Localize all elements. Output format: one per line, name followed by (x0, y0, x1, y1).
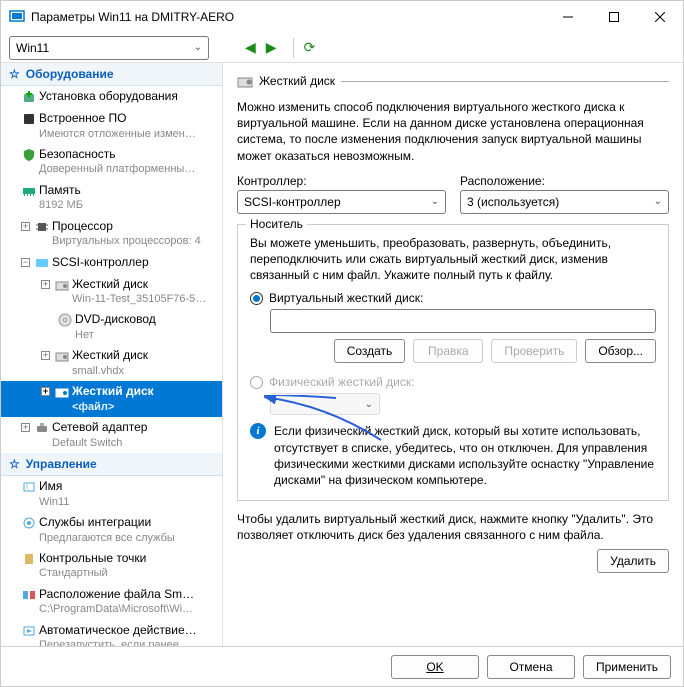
close-button[interactable] (637, 1, 683, 33)
hdd-icon (54, 348, 70, 364)
titlebar: Параметры Win11 на DMITRY-AERO (1, 1, 683, 33)
radio-virtual-disk[interactable] (250, 292, 263, 305)
smartpaging-icon (21, 587, 37, 603)
sidebar-item-name[interactable]: I ИмяWin11 (1, 476, 222, 512)
minimize-button[interactable] (545, 1, 591, 33)
cpu-icon (34, 219, 50, 235)
sidebar-item-autostart[interactable]: Автоматическое действие при запускеПерез… (1, 620, 222, 646)
edit-button: Правка (413, 339, 483, 363)
star-icon: ☆ (9, 457, 20, 471)
chevron-down-icon: ⌄ (365, 399, 373, 410)
section-management: ☆ Управление (1, 453, 222, 476)
sidebar-item-hdd2[interactable]: + Жесткий дискsmall.vhdx (1, 345, 222, 381)
sidebar-item-integration[interactable]: Службы интеграцииПредлагаются все службы (1, 512, 222, 548)
sidebar-item-security[interactable]: БезопасностьДоверенный платформенный мод… (1, 144, 222, 180)
main-panel: Жесткий диск Можно изменить способ подкл… (223, 63, 683, 646)
bottombar: OK Отмена Применить (1, 646, 683, 686)
sidebar-item-dvd[interactable]: DVD-дисководНет (1, 309, 222, 345)
window-title: Параметры Win11 на DMITRY-AERO (31, 10, 545, 24)
chevron-down-icon: ⌄ (654, 196, 662, 207)
chevron-down-icon: ⌄ (431, 196, 439, 207)
expand-icon[interactable]: + (41, 387, 50, 396)
svg-text:I: I (26, 484, 28, 491)
sidebar-item-add-hardware[interactable]: Установка оборудования (1, 86, 222, 108)
add-hardware-icon (21, 89, 37, 105)
maximize-button[interactable] (591, 1, 637, 33)
physical-disk-select: ⌄ (270, 393, 380, 415)
browse-button[interactable]: Обзор... (585, 339, 656, 363)
physical-disk-info: Если физический жесткий диск, который вы… (274, 423, 656, 488)
location-label: Расположение: (460, 174, 669, 188)
section-hardware: ☆ Оборудование (1, 63, 222, 86)
sidebar-item-network[interactable]: + Сетевой адаптерDefault Switch (1, 417, 222, 453)
info-icon: i (250, 423, 266, 439)
hdd-icon (54, 384, 70, 400)
hdd-icon (54, 277, 70, 293)
apply-button[interactable]: Применить (583, 655, 671, 679)
virtual-disk-radio-row[interactable]: Виртуальный жесткий диск: (250, 291, 656, 305)
expand-icon[interactable]: + (41, 351, 50, 360)
expand-icon[interactable]: + (21, 222, 30, 231)
media-description: Вы можете уменьшить, преобразовать, разв… (250, 235, 656, 284)
scsi-icon (34, 255, 50, 271)
network-icon (34, 420, 50, 436)
sidebar-item-hdd1[interactable]: + Жесткий дискWin-11-Test_35105F76-5D9D-… (1, 274, 222, 310)
topbar: Win11 ⌄ ◀ ▶ ⟳ (1, 33, 683, 63)
sidebar-item-cpu[interactable]: + ПроцессорВиртуальных процессоров: 4 (1, 216, 222, 252)
nav-prev-icon[interactable]: ◀ (245, 39, 256, 56)
sidebar: ☆ Оборудование Установка оборудования Вс… (1, 63, 223, 646)
delete-button[interactable]: Удалить (597, 549, 669, 573)
virtual-disk-label: Виртуальный жесткий диск: (269, 291, 423, 305)
sidebar-item-scsi[interactable]: − SCSI-контроллер (1, 252, 222, 274)
app-icon (9, 9, 25, 25)
vm-select[interactable]: Win11 ⌄ (9, 36, 209, 60)
controller-label: Контроллер: (237, 174, 446, 188)
memory-icon (21, 183, 37, 199)
chevron-down-icon: ⌄ (194, 42, 202, 53)
divider (341, 81, 669, 82)
dvd-icon (57, 312, 73, 328)
autostart-icon (21, 623, 37, 639)
sidebar-item-smartpaging[interactable]: Расположение файла Smart PagingC:\Progra… (1, 584, 222, 620)
media-fieldset: Носитель Вы можете уменьшить, преобразов… (237, 224, 669, 501)
radio-physical-disk (250, 376, 263, 389)
ok-button[interactable]: OK (391, 655, 479, 679)
nav-next-icon[interactable]: ▶ (266, 39, 277, 56)
physical-disk-label: Физический жесткий диск: (269, 375, 414, 389)
physical-disk-radio-row: Физический жесткий диск: (250, 375, 656, 389)
sidebar-item-memory[interactable]: Память8192 МБ (1, 180, 222, 216)
hdd-icon (237, 73, 253, 89)
refresh-icon[interactable]: ⟳ (304, 39, 316, 56)
media-legend: Носитель (246, 217, 307, 231)
firmware-icon (21, 111, 37, 127)
expand-icon[interactable]: + (41, 280, 50, 289)
panel-description: Можно изменить способ подключения виртуа… (237, 99, 669, 164)
sidebar-item-checkpoints[interactable]: Контрольные точкиСтандартный (1, 548, 222, 584)
collapse-icon[interactable]: − (21, 258, 30, 267)
name-icon: I (21, 479, 37, 495)
integration-icon (21, 515, 37, 531)
virtual-disk-path-input[interactable] (270, 309, 656, 333)
shield-icon (21, 147, 37, 163)
vm-select-value: Win11 (16, 41, 49, 55)
panel-title: Жесткий диск (259, 74, 335, 88)
inspect-button: Проверить (491, 339, 577, 363)
sidebar-item-firmware[interactable]: Встроенное ПОИмеются отложенные изменени… (1, 108, 222, 144)
location-select[interactable]: 3 (используется) ⌄ (460, 190, 669, 214)
divider (293, 38, 294, 58)
star-icon: ☆ (9, 67, 20, 81)
expand-icon[interactable]: + (21, 423, 30, 432)
cancel-button[interactable]: Отмена (487, 655, 575, 679)
create-button[interactable]: Создать (334, 339, 406, 363)
controller-select[interactable]: SCSI-контроллер ⌄ (237, 190, 446, 214)
delete-description: Чтобы удалить виртуальный жесткий диск, … (237, 511, 669, 543)
checkpoint-icon (21, 551, 37, 567)
sidebar-item-hdd3-selected[interactable]: + Жесткий диск<файл> (1, 381, 222, 417)
